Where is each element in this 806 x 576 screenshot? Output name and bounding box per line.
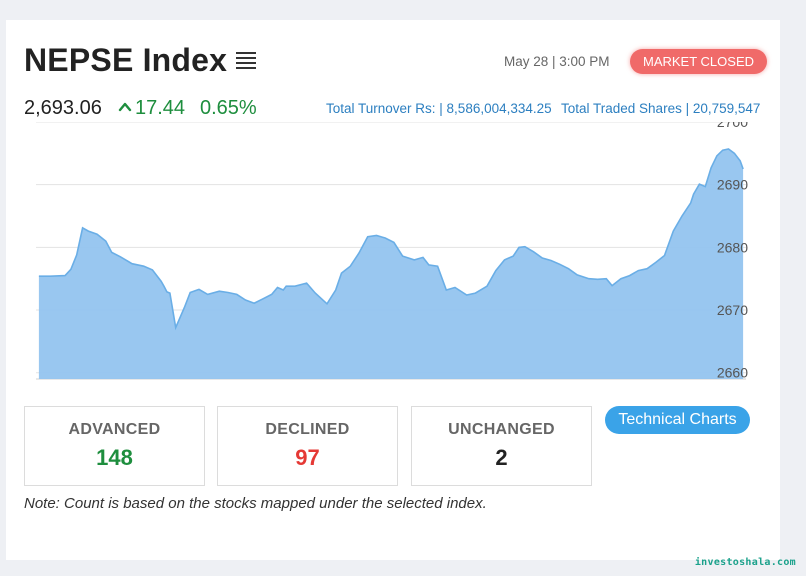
declined-label: DECLINED bbox=[265, 421, 350, 438]
footnote: Note: Count is based on the stocks mappe… bbox=[24, 495, 487, 512]
y-tick-label: 2680 bbox=[717, 239, 748, 255]
y-tick-label: 2670 bbox=[717, 302, 748, 318]
unchanged-tile: UNCHANGED 2 bbox=[411, 406, 592, 486]
technical-charts-button[interactable]: Technical Charts bbox=[605, 406, 750, 434]
market-datetime: May 28 | 3:00 PM bbox=[504, 54, 610, 69]
total-traded-shares: Total Traded Shares | 20,759,547 bbox=[561, 101, 761, 116]
x-tick-label: 07:30 bbox=[245, 391, 280, 392]
x-tick-label: 07:00 bbox=[158, 391, 193, 392]
page-title: NEPSE Index bbox=[24, 42, 228, 78]
advanced-label: ADVANCED bbox=[68, 421, 161, 438]
y-tick-label: 2690 bbox=[717, 177, 748, 193]
advanced-count: 148 bbox=[96, 445, 133, 470]
advanced-tile: ADVANCED 148 bbox=[24, 406, 205, 486]
change-percent: 0.65% bbox=[200, 97, 257, 119]
declined-tile: DECLINED 97 bbox=[217, 406, 398, 486]
index-area bbox=[38, 149, 744, 379]
index-chart: 2660 2670 2680 2690 2700 06:30 07:00 07:30 08:00… bbox=[36, 122, 748, 392]
index-value: 2,693.06 bbox=[24, 97, 102, 119]
declined-count: 97 bbox=[295, 445, 320, 470]
unchanged-label: UNCHANGED bbox=[448, 421, 555, 438]
total-turnover: Total Turnover Rs: | 8,586,004,334.25 bbox=[326, 101, 552, 116]
market-status-badge: MARKET CLOSED bbox=[630, 49, 768, 74]
x-tick-label: 09:30 bbox=[595, 391, 630, 392]
x-tick-label: 08:30 bbox=[420, 391, 455, 392]
index-card: NEPSE Index May 28 | 3:00 PM MARKET CLOS… bbox=[6, 20, 780, 560]
x-tick-label: 08:00 bbox=[333, 391, 368, 392]
watermark: investoshala.com bbox=[694, 557, 796, 568]
x-tick-label: 10:00 bbox=[682, 391, 717, 392]
x-tick-label: 06:30 bbox=[71, 391, 106, 392]
y-tick-label: 2700 bbox=[717, 122, 748, 130]
x-tick-label: 09:00 bbox=[507, 391, 542, 392]
up-arrow-icon bbox=[118, 102, 132, 112]
menu-icon[interactable] bbox=[236, 52, 256, 70]
y-tick-label: 2660 bbox=[717, 365, 748, 381]
unchanged-count: 2 bbox=[495, 445, 508, 470]
change-points: 17.44 bbox=[135, 97, 186, 119]
